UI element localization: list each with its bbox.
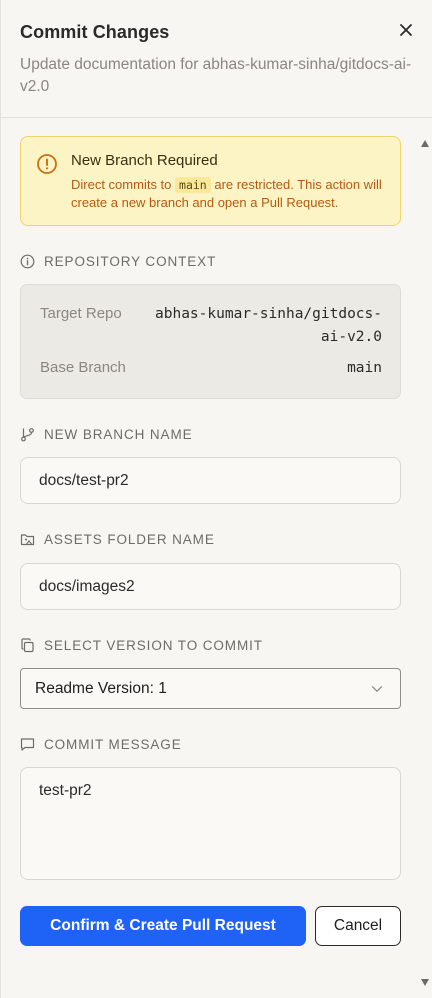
target-repo-value-line2: ai-v2.0 (320, 329, 382, 345)
message-square-icon (20, 737, 35, 751)
target-repo-value: abhas-kumar-sinha/gitdocs- ai-v2.0 (155, 303, 382, 349)
assets-folder-name-label: ASSETS FOLDER NAME (20, 530, 215, 548)
dialog-header: Commit Changes Update documentation for … (1, 0, 432, 118)
repository-context-text: REPOSITORY CONTEXT (44, 253, 217, 269)
select-version-label: SELECT VERSION TO COMMIT (20, 636, 263, 654)
new-branch-name-input[interactable] (39, 458, 379, 503)
cancel-button[interactable]: Cancel (315, 906, 401, 946)
scroll-down-arrow-icon[interactable] (421, 979, 429, 986)
commit-message-label: COMMIT MESSAGE (20, 735, 182, 753)
close-icon (400, 24, 412, 36)
target-repo-label: Target Repo (40, 305, 122, 322)
base-branch-value: main (347, 360, 382, 376)
commit-message-field[interactable]: test-pr2 (20, 767, 401, 880)
new-branch-alert: New Branch Required Direct commits to ma… (20, 136, 401, 226)
repository-context-box: Target Repo abhas-kumar-sinha/gitdocs- a… (20, 284, 401, 399)
scroll-up-arrow-icon[interactable] (421, 140, 429, 147)
git-branch-icon (21, 427, 34, 441)
alert-text-before: Direct commits to (71, 177, 172, 192)
repository-context-label: REPOSITORY CONTEXT (20, 252, 216, 270)
assets-folder-name-text: ASSETS FOLDER NAME (44, 531, 215, 547)
dialog-subtitle: Update documentation for abhas-kumar-sin… (20, 56, 412, 95)
dialog-title: Commit Changes (20, 22, 170, 42)
commit-dialog: Commit Changes Update documentation for … (0, 0, 432, 998)
warning-circle-icon (37, 154, 57, 174)
select-version-text: SELECT VERSION TO COMMIT (44, 637, 263, 653)
scrollbar[interactable] (418, 118, 432, 998)
commit-message-input[interactable]: test-pr2 (39, 782, 384, 870)
folder-image-icon (20, 533, 35, 545)
chevron-down-icon (371, 686, 383, 692)
new-branch-name-field[interactable] (20, 457, 401, 504)
version-select-value: Readme Version: 1 (35, 680, 167, 697)
assets-folder-name-input[interactable] (39, 564, 379, 609)
alert-text: Direct commits to main are restricted. T… (71, 176, 391, 212)
close-button[interactable] (394, 18, 418, 42)
info-icon (20, 254, 35, 268)
confirm-create-pull-request-button[interactable]: Confirm & Create Pull Request (20, 906, 306, 946)
new-branch-name-text: NEW BRANCH NAME (44, 426, 193, 442)
target-repo-value-line1: abhas-kumar-sinha/gitdocs- (155, 306, 382, 322)
alert-code: main (175, 177, 211, 193)
assets-folder-name-field[interactable] (20, 563, 401, 610)
base-branch-label: Base Branch (40, 359, 126, 376)
new-branch-name-label: NEW BRANCH NAME (20, 425, 193, 443)
alert-title: New Branch Required (71, 152, 218, 169)
version-select[interactable]: Readme Version: 1 (20, 668, 401, 709)
commit-message-text: COMMIT MESSAGE (44, 736, 182, 752)
copy-icon (21, 637, 34, 652)
